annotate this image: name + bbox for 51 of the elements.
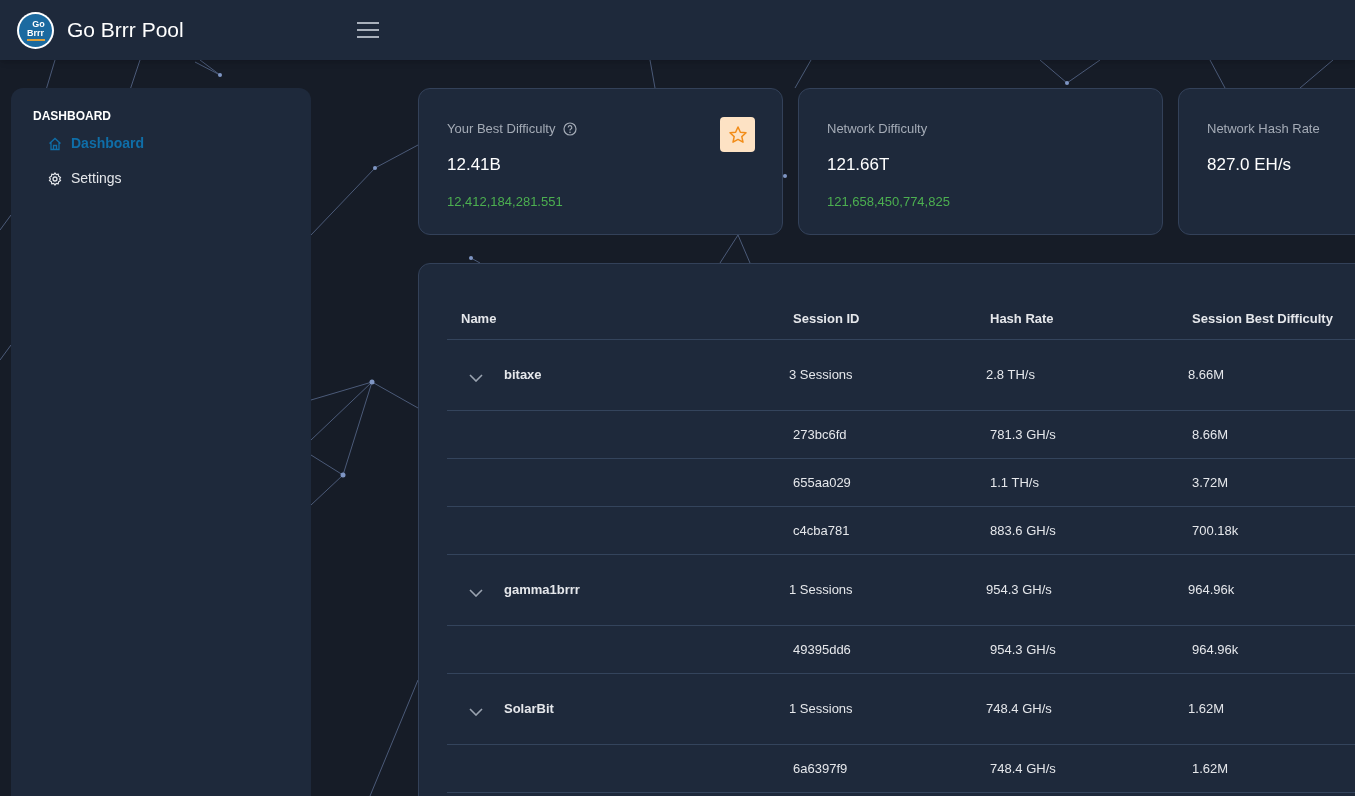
table-cell-text: 3 Sessions: [789, 366, 854, 385]
card-detail: 121,658,450,774,825: [827, 193, 951, 211]
table-cell-text: 748.4 GH/s: [990, 759, 1057, 778]
card-detail: 12,412,184,281.551: [447, 193, 564, 211]
help-icon[interactable]: [563, 121, 578, 136]
table-cell-text: 6a6397f9: [793, 759, 849, 778]
card-value: 12.41B: [447, 153, 502, 176]
sidebar-section-title: DASHBOARD: [33, 108, 112, 125]
card-title: Network Difficulty: [827, 120, 928, 138]
table-cell-text: 781.3 GH/s: [990, 425, 1057, 444]
table-cell-text: 700.18k: [1192, 521, 1240, 540]
table-cell-text: 748.4 GH/s: [986, 700, 1053, 719]
table-cell-text: 883.6 GH/s: [990, 521, 1057, 540]
table-cell-text: 964.96k: [1192, 640, 1240, 659]
table-cell-text: SolarBit: [504, 700, 555, 719]
table-cell-text: 1.62M: [1188, 700, 1226, 719]
star-icon: [727, 124, 748, 145]
column-header: Session Best Difficulty: [1192, 309, 1334, 328]
chevron-icon: [469, 589, 483, 597]
home-icon: [48, 136, 62, 151]
table-cell-text: 1.1 TH/s: [990, 473, 1040, 492]
table-cell-text: 1 Sessions: [789, 700, 854, 719]
chevron-icon: [469, 708, 483, 716]
logo-icon: Go Brrr: [17, 11, 54, 49]
table-cell-text: 8.66M: [1192, 425, 1230, 444]
app-title: Go Brrr Pool: [67, 17, 184, 44]
card-value: 827.0 EH/s: [1207, 153, 1293, 176]
table-cell-text: 655aa029: [793, 473, 852, 492]
chevron-icon: [469, 374, 483, 382]
table-cell-text: 1 Sessions: [789, 581, 854, 600]
menu-icon: [355, 21, 380, 39]
table-cell-text: c4cba781: [793, 521, 851, 540]
table-cell-text: 954.3 GH/s: [990, 640, 1057, 659]
table-cell-text: 964.96k: [1188, 581, 1236, 600]
table-cell-text: bitaxe: [504, 366, 543, 385]
card-value: 121.66T: [827, 153, 891, 176]
table-cell-text: gamma1brrr: [504, 581, 581, 600]
table-cell-text: 954.3 GH/s: [986, 581, 1053, 600]
settings-icon: [48, 171, 62, 186]
table-cell-text: 2.8 TH/s: [986, 366, 1036, 385]
table-cell-text: 3.72M: [1192, 473, 1230, 492]
column-header: Name: [461, 309, 498, 328]
table-cell-text: 273bc6fd: [793, 425, 848, 444]
column-header: Session ID: [793, 309, 861, 328]
card-title: Network Hash Rate: [1207, 120, 1320, 138]
table-cell-text: 8.66M: [1188, 366, 1226, 385]
column-header: Hash Rate: [990, 309, 1055, 328]
sidebar-nav-item[interactable]: Settings: [48, 168, 289, 189]
table-cell-text: 49395dd6: [793, 640, 852, 659]
card-title: Your Best Difficulty: [447, 120, 556, 138]
table-cell-text: 1.62M: [1192, 759, 1230, 778]
